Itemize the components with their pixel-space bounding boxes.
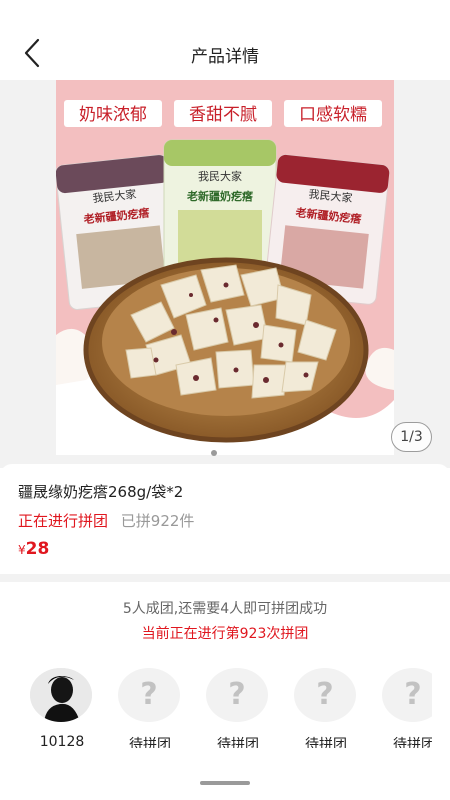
- group-member-slot[interactable]: ? 待拼团: [198, 668, 278, 748]
- member-label: 待拼团: [217, 737, 259, 748]
- price-row: ¥28: [18, 539, 432, 559]
- carousel-page-dot: [211, 450, 217, 456]
- member-label: 10128: [39, 734, 85, 748]
- image-page-counter: 1/3: [391, 422, 432, 452]
- product-image[interactable]: 奶味浓郁 香甜不腻 口感软糯 我民大家 老新疆奶疙瘩 我民大家 老新疆奶疙瘩 我…: [56, 80, 394, 455]
- placeholder-avatar: ?: [118, 668, 180, 722]
- banner-milky: 奶味浓郁: [79, 105, 147, 125]
- product-info-card: 疆晟缘奶疙瘩268g/袋*2 正在进行拼团 已拼922件 ¥28: [0, 464, 450, 574]
- placeholder-avatar: ?: [382, 668, 432, 722]
- placeholder-avatar: ?: [294, 668, 356, 722]
- currency-symbol: ¥: [18, 543, 26, 557]
- package-name-middle: 老新疆奶疙瘩: [186, 189, 253, 203]
- group-status-row: 正在进行拼团 已拼922件: [18, 511, 432, 531]
- group-hint: 5人成团,还需要4人即可拼团成功: [122, 601, 328, 617]
- member-label: 待拼团: [305, 737, 347, 748]
- banner-sweet: 香甜不腻: [189, 105, 257, 125]
- product-name: 疆晟缘奶疙瘩268g/袋*2: [18, 483, 184, 501]
- avatar[interactable]: [30, 668, 92, 722]
- member-label: 待拼团: [129, 737, 171, 748]
- joined-count: 已拼922件: [120, 512, 195, 530]
- member-label: 待拼团: [393, 737, 432, 748]
- product-image-gallery[interactable]: 奶味浓郁 香甜不腻 口感软糯 我民大家 老新疆奶疙瘩 我民大家 老新疆奶疙瘩 我…: [0, 80, 450, 468]
- group-members-list[interactable]: 10128 ? 待拼团 ? 待拼团 ? 待拼团 ? 待拼团: [0, 668, 432, 748]
- home-indicator[interactable]: [200, 781, 250, 785]
- group-member[interactable]: 10128: [22, 668, 102, 748]
- page-title: 产品详情: [191, 47, 259, 67]
- user-photo-icon: [30, 668, 92, 722]
- group-round-text: 当前正在进行第923次拼团: [141, 626, 309, 642]
- group-member-slot[interactable]: ? 待拼团: [374, 668, 432, 748]
- group-status: 正在进行拼团: [18, 512, 109, 530]
- group-member-slot[interactable]: ? 待拼团: [286, 668, 366, 748]
- top-nav-bar: 产品详情: [0, 0, 450, 80]
- banner-soft: 口感软糯: [299, 105, 367, 125]
- group-member-slot[interactable]: ? 待拼团: [110, 668, 190, 748]
- placeholder-avatar: ?: [206, 668, 268, 722]
- section-divider: [0, 574, 450, 582]
- package-brand-middle: 我民大家: [198, 169, 242, 183]
- group-buy-section: 5人成团,还需要4人即可拼团成功 当前正在进行第923次拼团 10128 ? 待…: [0, 582, 450, 800]
- product-price: 28: [25, 539, 50, 559]
